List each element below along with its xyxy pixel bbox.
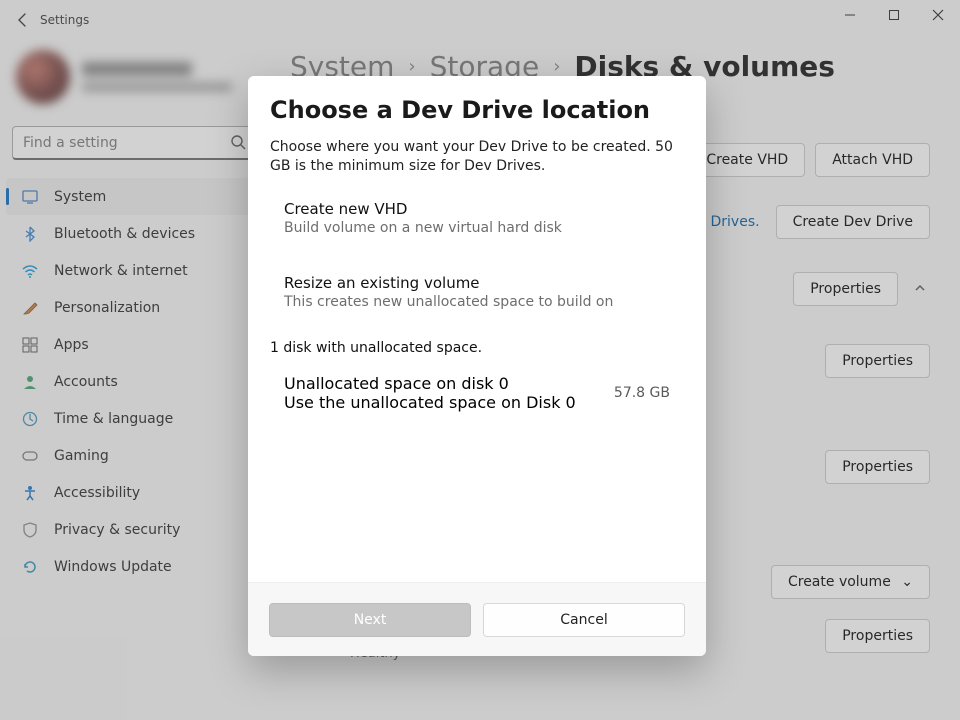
option-desc: Build volume on a new virtual hard disk: [284, 220, 670, 236]
unallocated-section-label: 1 disk with unallocated space.: [270, 340, 684, 356]
modal-subtitle: Choose where you want your Dev Drive to …: [270, 138, 684, 176]
option-unallocated-disk0[interactable]: Unallocated space on disk 0 Use the unal…: [270, 362, 684, 424]
next-button[interactable]: Next: [269, 603, 471, 637]
cancel-button[interactable]: Cancel: [483, 603, 685, 637]
dev-drive-location-modal: Choose a Dev Drive location Choose where…: [248, 76, 706, 656]
modal-title: Choose a Dev Drive location: [270, 96, 684, 124]
disk-size: 57.8 GB: [614, 385, 670, 401]
option-title: Create new VHD: [284, 200, 670, 218]
option-desc: This creates new unallocated space to bu…: [284, 294, 670, 310]
option-title: Resize an existing volume: [284, 274, 670, 292]
option-resize-volume[interactable]: Resize an existing volume This creates n…: [270, 260, 684, 324]
option-title: Unallocated space on disk 0: [284, 374, 576, 393]
option-desc: Use the unallocated space on Disk 0: [284, 393, 576, 412]
option-create-new-vhd[interactable]: Create new VHD Build volume on a new vir…: [270, 186, 684, 250]
